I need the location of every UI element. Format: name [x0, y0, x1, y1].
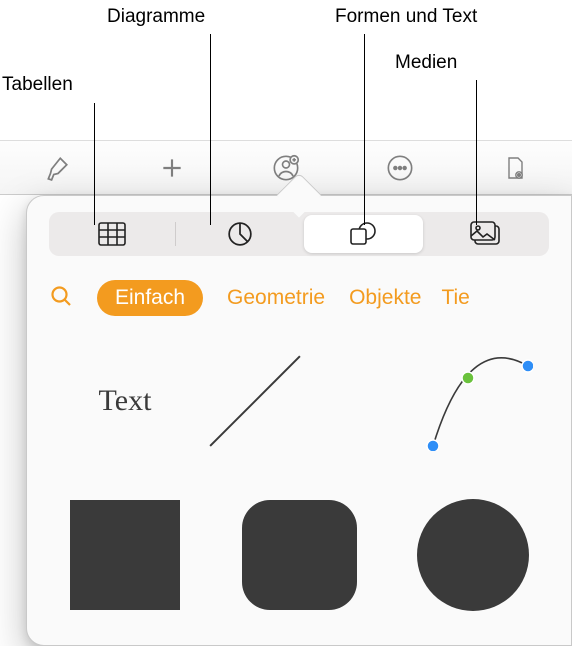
table-grid-icon — [98, 222, 126, 246]
callout-media: Medien — [395, 52, 457, 74]
category-animals[interactable]: Tie — [441, 286, 469, 310]
tables-tab[interactable] — [52, 215, 171, 253]
charts-tab[interactable] — [180, 215, 299, 253]
media-tab[interactable] — [427, 215, 546, 253]
callout-shapes-text: Formen und Text — [335, 6, 477, 28]
curve-icon — [413, 351, 533, 451]
pie-chart-icon — [227, 221, 253, 247]
circle-icon — [417, 499, 529, 611]
shape-line[interactable] — [234, 346, 364, 456]
square-icon — [70, 500, 180, 610]
shapes-grid: Text — [27, 346, 571, 610]
insert-type-segmented — [49, 212, 549, 256]
insert-panel: Einfach Geometrie Objekte Tie Text — [26, 195, 572, 646]
rounded-square-icon — [242, 500, 357, 610]
shape-rounded-square[interactable] — [234, 500, 364, 610]
search-icon[interactable] — [49, 284, 73, 313]
category-objects[interactable]: Objekte — [349, 286, 421, 310]
callouts: Tabellen Diagramme Formen und Text Medie… — [0, 0, 572, 195]
shape-text[interactable]: Text — [60, 346, 190, 456]
callout-tables: Tabellen — [2, 74, 73, 96]
line-icon — [254, 356, 344, 446]
shape-curve[interactable] — [408, 346, 538, 456]
shape-circle[interactable] — [408, 500, 538, 610]
category-row: Einfach Geometrie Objekte Tie — [27, 280, 571, 316]
text-shape-label: Text — [99, 384, 152, 418]
callout-charts: Diagramme — [107, 6, 205, 28]
category-all[interactable]: Einfach — [97, 280, 203, 316]
category-geometry[interactable]: Geometrie — [227, 286, 325, 310]
shape-square[interactable] — [60, 500, 190, 610]
